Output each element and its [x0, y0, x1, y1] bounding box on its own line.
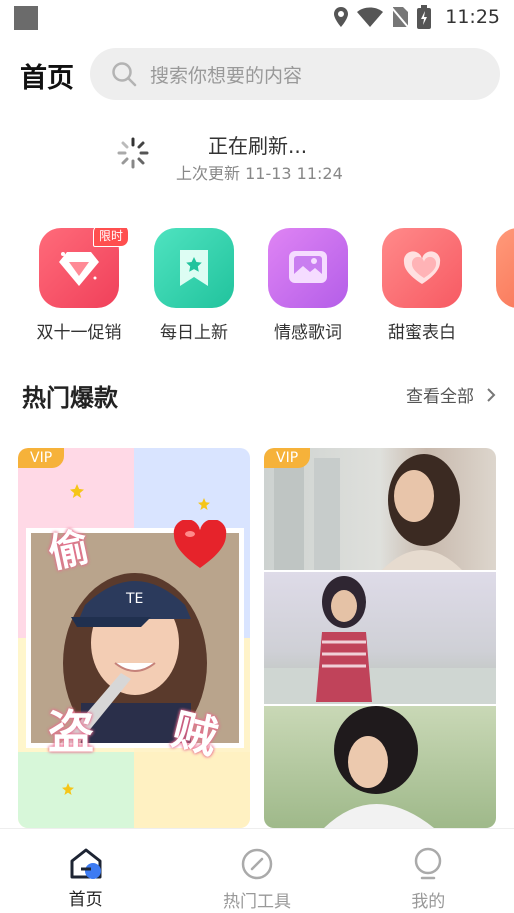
- loading-spinner-icon: [117, 137, 149, 169]
- category-row: 限时 双十一促销 每日上新 情感歌词 甜蜜表白: [0, 228, 514, 344]
- category-tile: [268, 228, 348, 308]
- template-card[interactable]: VIP: [264, 448, 496, 828]
- tab-home[interactable]: 首页: [0, 829, 171, 913]
- chevron-right-icon: [487, 387, 496, 402]
- tab-label: 我的: [411, 892, 446, 912]
- status-icons: 11:25: [333, 5, 500, 29]
- woman-standing-illustration: [264, 576, 496, 704]
- vip-badge: VIP: [264, 448, 311, 468]
- tab-label: 首页: [68, 890, 103, 910]
- tab-mine[interactable]: 我的: [343, 829, 514, 913]
- no-sim-icon: [391, 7, 409, 28]
- location-icon: [334, 7, 349, 27]
- page-title: 首页: [20, 63, 74, 94]
- category-label: 情感歌词: [274, 323, 342, 343]
- status-bar: 11:25: [0, 0, 514, 34]
- template-card[interactable]: VIP TE 偷 盗 贼: [18, 448, 250, 828]
- category-label: 双十一促销: [36, 323, 122, 343]
- wifi-icon: [357, 7, 384, 27]
- notification-icon: [14, 6, 38, 30]
- clock: 11:25: [445, 6, 500, 28]
- header: 首页 搜索你想要的内容: [0, 44, 514, 102]
- hearts-icon: [403, 251, 441, 284]
- vip-badge: VIP: [18, 448, 65, 468]
- heart-sticker-icon: [173, 520, 227, 568]
- home-icon: [70, 848, 102, 879]
- limited-badge: 限时: [92, 228, 129, 247]
- tab-hot-tools[interactable]: 热门工具: [171, 829, 342, 913]
- star-icon: [62, 783, 74, 795]
- star-icon: [70, 484, 84, 498]
- woman-outdoor-illustration: [324, 706, 434, 828]
- bookmark-star-icon: [180, 250, 208, 286]
- category-more[interactable]: [486, 228, 514, 308]
- refresh-status: 正在刷新...: [208, 134, 308, 158]
- sticker-text: 盗: [48, 705, 94, 759]
- tab-label: 热门工具: [222, 892, 291, 912]
- category-tile: [154, 228, 234, 308]
- battery-icon: [417, 5, 432, 29]
- search-icon: [112, 62, 137, 87]
- compass-icon: [241, 848, 273, 880]
- search-input[interactable]: 搜索你想要的内容: [90, 48, 500, 100]
- category-confession[interactable]: 甜蜜表白: [372, 228, 472, 343]
- category-tile: [496, 228, 514, 308]
- category-tile: [382, 228, 462, 308]
- diamond-icon: [59, 252, 99, 286]
- category-tile: 限时: [39, 228, 129, 308]
- photo-strip-middle: [264, 572, 496, 704]
- picture-icon: [289, 251, 327, 283]
- category-double-eleven[interactable]: 限时 双十一促销: [29, 228, 129, 343]
- see-all-label: 查看全部: [406, 387, 474, 407]
- star-icon: [198, 498, 210, 510]
- category-label: 每日上新: [160, 323, 228, 343]
- bottom-nav: 首页 热门工具 我的: [0, 828, 514, 913]
- svg-text:TE: TE: [125, 591, 143, 607]
- search-placeholder: 搜索你想要的内容: [150, 64, 303, 87]
- photo-strip-bottom: [264, 706, 496, 828]
- last-updated: 上次更新 11-13 11:24: [176, 164, 343, 183]
- section-title: 热门爆款: [22, 384, 118, 412]
- bulb-icon: [415, 847, 442, 880]
- category-daily-new[interactable]: 每日上新: [144, 228, 244, 343]
- see-all-link[interactable]: 查看全部: [406, 382, 496, 407]
- category-lyrics[interactable]: 情感歌词: [258, 228, 358, 343]
- pull-to-refresh: 正在刷新... 上次更新 11-13 11:24: [0, 128, 514, 188]
- category-label: 甜蜜表白: [388, 323, 456, 343]
